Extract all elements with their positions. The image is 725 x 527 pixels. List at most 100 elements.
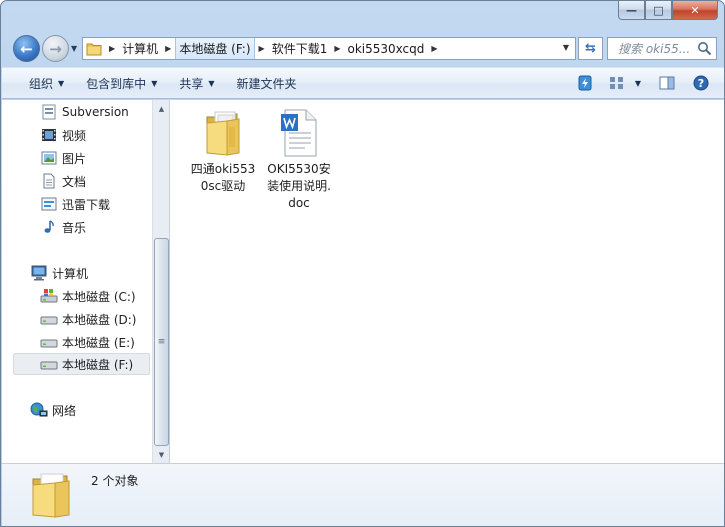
breadcrumb-separator-icon[interactable]: ▶ [255,44,269,53]
breadcrumb-software-download[interactable]: 软件下载1 [269,38,331,59]
breadcrumb-current-folder[interactable]: oki5530xcqd [344,38,427,59]
nav-item-music[interactable]: 音乐 [40,216,86,238]
navigation-bar: ← → ▼ ▶ 计算机 ▶ 本地磁盘 (F:) ▶ 软件下载1 ▶ oki553… [1,34,724,64]
back-button[interactable]: ← [13,35,40,62]
file-item-folder[interactable]: 四通oki5530sc驱动 [188,108,258,195]
breadcrumb-drive-f[interactable]: 本地磁盘 (F:) [175,38,255,59]
file-item-document[interactable]: OKI5530安装使用说明.doc [264,108,334,212]
svg-text:?: ? [698,77,704,90]
scroll-down-arrow-icon[interactable]: ▼ [153,446,170,463]
pictures-icon [40,149,58,167]
command-bar: 组织 ▼ 包含到库中 ▼ 共享 ▼ 新建文件夹 ▼ ? [2,67,724,99]
preview-pane-button[interactable] [654,71,680,95]
new-folder-button[interactable]: 新建文件夹 [229,71,305,95]
close-button[interactable]: ✕ [672,1,718,20]
nav-item-label: 视频 [62,128,87,143]
file-name: OKI5530安装使用说明.doc [267,162,331,210]
subversion-icon [40,103,58,121]
change-view-button[interactable] [604,71,630,95]
word-document-icon [275,108,323,158]
thunder-action-button[interactable] [572,71,598,95]
nav-item-label: Subversion [62,105,129,119]
nav-item-drive-c[interactable]: 本地磁盘 (C:) [40,285,136,307]
address-bar[interactable]: ▶ 计算机 ▶ 本地磁盘 (F:) ▶ 软件下载1 ▶ oki5530xcqd … [82,37,576,60]
scroll-up-arrow-icon[interactable]: ▲ [153,100,170,117]
file-name: 四通oki5530sc驱动 [190,162,256,193]
computer-icon [30,264,48,282]
arrow-left-icon: ← [20,39,33,58]
search-box[interactable] [607,37,717,60]
minimize-button[interactable]: — [618,1,645,20]
nav-item-subversion[interactable]: Subversion [40,101,129,123]
navigation-pane-scrollbar[interactable]: ▲ ≡ ▼ [152,100,169,463]
nav-item-label: 图片 [62,151,87,166]
help-button[interactable]: ? [688,71,714,95]
details-pane: 2 个对象 [2,463,724,526]
forward-button[interactable]: → [42,35,69,62]
refresh-icon: ⇆ [585,41,596,56]
item-count: 2 个对象 [91,474,139,488]
documents-icon [40,172,58,190]
folder-icon [27,469,75,519]
scrollbar-thumb[interactable]: ≡ [154,238,169,446]
chevron-down-icon: ▼ [208,78,215,88]
chevron-down-icon: ▼ [151,78,158,88]
nav-item-drive-f[interactable]: 本地磁盘 (F:) [13,353,150,375]
breadcrumb-separator-icon[interactable]: ▶ [427,44,441,53]
search-icon[interactable] [697,41,712,56]
recent-pages-dropdown[interactable]: ▼ [71,44,77,53]
share-menu[interactable]: 共享 ▼ [171,71,222,95]
drive-icon [40,333,58,351]
include-in-library-label: 包含到库中 [86,76,147,91]
organize-menu[interactable]: 组织 ▼ [21,71,72,95]
system-drive-icon [40,287,58,305]
nav-item-label: 音乐 [62,220,87,235]
nav-item-network[interactable]: 网络 [30,399,76,421]
drive-icon [40,355,58,373]
grip-icon: ≡ [157,337,166,347]
breadcrumb-separator-icon[interactable]: ▶ [105,44,119,53]
explorer-window: — □ ✕ ← → ▼ ▶ 计算机 ▶ 本地磁盘 (F:) ▶ 软件下载1 ▶ [0,0,725,527]
nav-item-label: 迅雷下载 [62,197,111,212]
share-label: 共享 [179,76,204,91]
view-grid-icon [610,77,623,89]
caption-buttons: — □ ✕ [618,1,718,20]
nav-item-label: 网络 [52,403,77,418]
preview-pane-icon [659,76,675,90]
nav-item-label: 本地磁盘 (C:) [62,289,136,304]
breadcrumb-separator-icon[interactable]: ▶ [330,44,344,53]
folder-icon [83,38,105,59]
nav-item-thunder-download[interactable]: 迅雷下载 [40,193,110,215]
nav-item-label: 本地磁盘 (E:) [62,335,135,350]
search-input[interactable] [618,41,704,56]
nav-item-label: 本地磁盘 (D:) [62,312,137,327]
include-in-library-menu[interactable]: 包含到库中 ▼ [78,71,165,95]
thunder-icon [578,75,592,91]
organize-label: 组织 [29,76,54,91]
nav-item-label: 计算机 [52,266,89,281]
breadcrumb-separator-icon[interactable]: ▶ [161,44,175,53]
nav-item-documents[interactable]: 文档 [40,170,86,192]
video-icon [40,126,58,144]
drive-icon [40,310,58,328]
nav-item-video[interactable]: 视频 [40,124,86,146]
view-controls: ▼ ? [572,68,724,98]
thunder-download-icon [40,195,58,213]
nav-item-drive-d[interactable]: 本地磁盘 (D:) [40,308,136,330]
arrow-right-icon: → [49,39,62,58]
refresh-button[interactable]: ⇆ [578,37,603,60]
nav-item-label: 本地磁盘 (F:) [62,357,134,372]
navigation-pane: Subversion 视频 图片 文档 迅雷下载 音乐 计算机 本地磁盘 (C:… [2,100,169,463]
nav-item-computer[interactable]: 计算机 [30,262,88,284]
nav-item-pictures[interactable]: 图片 [40,147,86,169]
nav-item-label: 文档 [62,174,87,189]
nav-item-drive-e[interactable]: 本地磁盘 (E:) [40,331,135,353]
breadcrumb-computer[interactable]: 计算机 [119,38,161,59]
maximize-button[interactable]: □ [645,1,672,20]
view-options-dropdown[interactable]: ▼ [630,71,646,95]
address-history-dropdown[interactable]: ▼ [563,43,569,52]
network-icon [30,401,48,419]
file-list[interactable]: 四通oki5530sc驱动 OKI5530安装使用说明.doc [170,100,724,463]
chevron-down-icon: ▼ [58,78,65,88]
music-icon [40,218,58,236]
